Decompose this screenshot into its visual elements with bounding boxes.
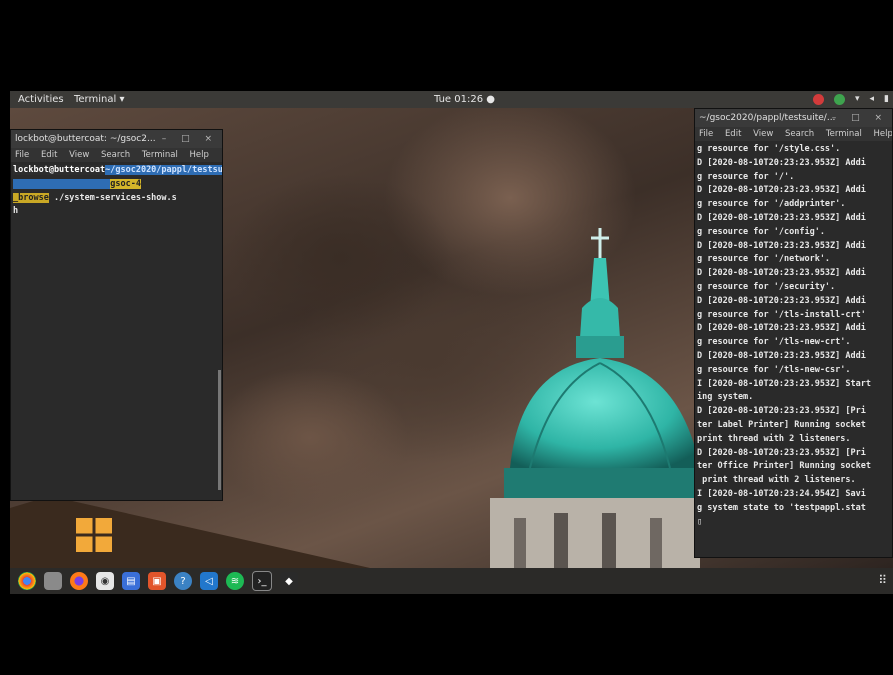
left-terminal-menubar: File Edit View Search Terminal Help — [11, 148, 222, 162]
shop-icon[interactable]: ▣ — [148, 572, 166, 590]
green-app-icon[interactable] — [833, 94, 845, 105]
menu-edit[interactable]: Edit — [725, 129, 741, 139]
cathedral-dome-image — [490, 228, 700, 585]
log-line: print thread with 2 listeners. — [697, 433, 851, 444]
log-line: print thread with 2 listeners. — [697, 475, 856, 486]
network-icon[interactable]: ▾ — [855, 91, 860, 108]
log-line: g resource for '/'. — [697, 171, 795, 182]
log-line: ter Label Printer] Running socket — [697, 419, 866, 430]
terminal-app-menu[interactable]: Terminal ▾ — [74, 91, 124, 108]
log-line: D [2020-08-10T20:23:23.953Z] Addi — [697, 268, 866, 279]
clock[interactable]: Tue 01:26 ● — [434, 91, 495, 108]
log-line: g resource for '/network'. — [697, 254, 831, 265]
log-line: D [2020-08-10T20:23:23.953Z] Addi — [697, 185, 866, 196]
right-terminal-menubar: File Edit View Search Terminal Help — [695, 127, 892, 141]
log-line: g resource for '/tls-install-crt' — [697, 309, 866, 320]
menu-search[interactable]: Search — [785, 129, 814, 139]
left-terminal-window[interactable]: lockbot@buttercoat: ~/gsoc2... – □ × Fil… — [10, 129, 223, 501]
right-terminal-output[interactable]: g resource for '/style.css'. D [2020-08-1… — [695, 141, 892, 531]
left-terminal-scrollbar[interactable] — [218, 370, 221, 490]
menu-edit[interactable]: Edit — [41, 150, 57, 160]
spotify-icon[interactable]: ≋ — [226, 572, 244, 590]
log-line: g resource for '/style.css'. — [697, 144, 841, 154]
menu-terminal[interactable]: Terminal — [142, 150, 178, 160]
log-line: g resource for '/addprinter'. — [697, 199, 846, 210]
log-line: D [2020-08-10T20:23:23.953Z] Addi — [697, 240, 866, 251]
top-panel: Activities Terminal ▾ Tue 01:26 ● ▾ ◂ ▮ — [10, 91, 893, 108]
camera-icon[interactable]: ◉ — [96, 572, 114, 590]
command-text-wrap: h — [13, 206, 19, 217]
log-line: D [2020-08-10T20:23:23.953Z] [Pri — [697, 447, 866, 458]
activities-button[interactable]: Activities — [18, 91, 64, 108]
menu-search[interactable]: Search — [101, 150, 130, 160]
prompt-git: gsoc-4 — [110, 178, 141, 189]
command-text: ./system-services-show.s — [53, 192, 177, 203]
system-tray[interactable]: ▾ ◂ ▮ — [812, 91, 889, 108]
window-title: ~/gsoc2020/pappl/testsuite/... — [699, 113, 836, 123]
left-terminal-titlebar[interactable]: lockbot@buttercoat: ~/gsoc2... – □ × — [11, 130, 222, 148]
right-terminal-window[interactable]: ~/gsoc2020/pappl/testsuite/... – □ × Fil… — [694, 108, 893, 558]
prompt-branch: _browse — [13, 192, 49, 203]
menu-file[interactable]: File — [699, 129, 713, 139]
log-line: g resource for '/security'. — [697, 281, 836, 292]
document-icon[interactable]: ▤ — [122, 572, 140, 590]
menu-help[interactable]: Help — [874, 129, 892, 139]
menu-view[interactable]: View — [69, 150, 89, 160]
log-line: D [2020-08-10T20:23:23.953Z] Addi — [697, 212, 866, 223]
volume-icon[interactable]: ◂ — [870, 91, 875, 108]
red-app-icon[interactable] — [812, 94, 824, 105]
help-icon[interactable]: ? — [174, 572, 192, 590]
terminal-icon[interactable]: ›_ — [252, 571, 272, 591]
log-line: D [2020-08-10T20:23:23.953Z] [Pri — [697, 406, 866, 417]
inkscape-icon[interactable]: ◆ — [280, 572, 298, 590]
log-line: I [2020-08-10T20:23:23.953Z] Start — [697, 378, 871, 389]
window-title: lockbot@buttercoat: ~/gsoc2... — [15, 134, 156, 144]
log-line: g resource for '/config'. — [697, 226, 825, 237]
prompt-path-cont — [13, 178, 111, 189]
prompt-user: lockbot@buttercoat — [13, 165, 106, 175]
vscode-icon[interactable]: ◁ — [200, 572, 218, 590]
window-controls[interactable]: – □ × — [832, 109, 888, 127]
menu-view[interactable]: View — [753, 129, 773, 139]
log-line: D [2020-08-10T20:23:23.953Z] Addi — [697, 323, 866, 334]
show-apps-icon[interactable]: ⠿ — [878, 573, 887, 587]
dock: ◉ ▤ ▣ ? ◁ ≋ ›_ ◆ ⠿ — [10, 568, 893, 594]
firefox-icon[interactable] — [70, 572, 88, 590]
log-line: D [2020-08-10T20:23:23.953Z] Addi — [697, 295, 866, 306]
log-line: ter Office Printer] Running socket — [697, 461, 871, 472]
chrome-icon[interactable] — [18, 572, 36, 590]
window-controls[interactable]: – □ × — [162, 130, 218, 148]
menu-file[interactable]: File — [15, 150, 29, 160]
log-line: ▯ — [697, 516, 703, 527]
battery-icon[interactable]: ▮ — [884, 91, 889, 108]
log-line: g resource for '/tls-new-crt'. — [697, 337, 851, 348]
menu-help[interactable]: Help — [190, 150, 209, 160]
desktop-screen: Activities Terminal ▾ Tue 01:26 ● ▾ ◂ ▮ … — [10, 91, 893, 594]
files-icon[interactable] — [44, 572, 62, 590]
log-line: ing system. — [697, 392, 754, 403]
log-line: g system state to 'testpappl.stat — [697, 502, 866, 513]
menu-terminal[interactable]: Terminal — [826, 129, 862, 139]
left-terminal-output[interactable]: lockbot@buttercoat~/gsoc2020/pappl/tests… — [11, 162, 222, 221]
log-line: D [2020-08-10T20:23:23.953Z] Addi — [697, 350, 866, 361]
right-terminal-titlebar[interactable]: ~/gsoc2020/pappl/testsuite/... – □ × — [695, 109, 892, 127]
log-line: D [2020-08-10T20:23:23.953Z] Addi — [697, 157, 866, 168]
log-line: g resource for '/tls-new-csr'. — [697, 364, 851, 375]
log-line: I [2020-08-10T20:23:24.954Z] Savi — [697, 488, 866, 499]
prompt-path: ~/gsoc2020/pappl/testsuite — [105, 165, 222, 175]
